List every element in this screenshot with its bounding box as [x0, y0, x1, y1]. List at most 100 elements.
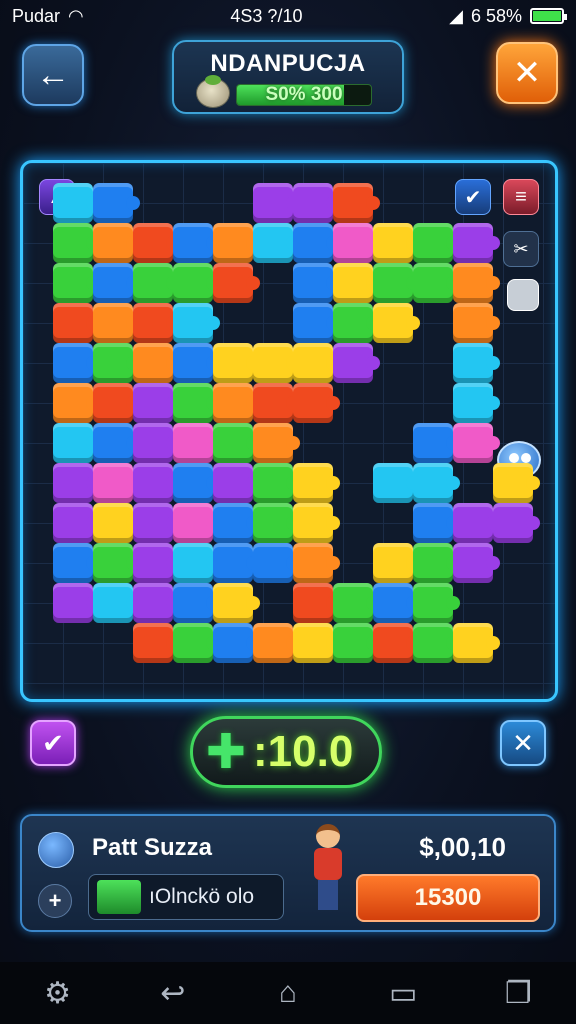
puzzle-piece[interactable] — [213, 583, 260, 623]
puzzle-piece[interactable] — [53, 343, 100, 383]
puzzle-piece[interactable] — [53, 383, 100, 423]
puzzle-piece[interactable] — [253, 183, 300, 223]
puzzle-piece[interactable] — [453, 543, 500, 583]
puzzle-piece[interactable] — [253, 383, 300, 423]
puzzle-piece[interactable] — [93, 543, 140, 583]
puzzle-piece[interactable] — [93, 583, 140, 623]
puzzle-piece[interactable] — [53, 583, 100, 623]
back-button[interactable]: ← — [22, 44, 84, 106]
puzzle-piece[interactable] — [213, 383, 260, 423]
puzzle-piece[interactable] — [333, 223, 380, 263]
close-button[interactable]: ✕ — [496, 42, 558, 104]
stop-button[interactable] — [507, 279, 539, 311]
puzzle-piece[interactable] — [133, 383, 180, 423]
puzzle-piece[interactable] — [173, 223, 220, 263]
add-button[interactable]: + — [38, 884, 72, 918]
puzzle-piece[interactable] — [373, 623, 420, 663]
puzzle-piece[interactable] — [413, 623, 460, 663]
puzzle-piece[interactable] — [53, 303, 100, 343]
puzzle-piece[interactable] — [53, 423, 100, 463]
puzzle-piece[interactable] — [453, 343, 500, 383]
puzzle-piece[interactable] — [133, 423, 180, 463]
puzzle-piece[interactable] — [173, 463, 220, 503]
puzzle-piece[interactable] — [453, 383, 500, 423]
puzzle-piece[interactable] — [173, 423, 220, 463]
puzzle-piece[interactable] — [333, 263, 380, 303]
puzzle-piece[interactable] — [173, 583, 220, 623]
puzzle-board[interactable]: ▲ ✔ ≡ ✂ — [20, 160, 558, 702]
puzzle-piece[interactable] — [413, 503, 460, 543]
reject-button[interactable]: ✕ — [500, 720, 546, 766]
puzzle-piece[interactable] — [93, 383, 140, 423]
puzzle-piece[interactable] — [413, 263, 460, 303]
puzzle-piece[interactable] — [93, 183, 140, 223]
puzzle-piece[interactable] — [333, 623, 380, 663]
puzzle-piece[interactable] — [453, 223, 500, 263]
puzzle-piece[interactable] — [453, 303, 500, 343]
back-nav-icon[interactable]: ↩ — [148, 976, 198, 1011]
puzzle-piece[interactable] — [173, 503, 220, 543]
puzzle-piece[interactable] — [293, 183, 340, 223]
puzzle-piece[interactable] — [293, 303, 340, 343]
puzzle-piece[interactable] — [293, 383, 340, 423]
puzzle-piece[interactable] — [453, 623, 500, 663]
puzzle-piece[interactable] — [333, 303, 380, 343]
puzzle-piece[interactable] — [293, 583, 340, 623]
puzzle-piece[interactable] — [413, 223, 460, 263]
puzzle-piece[interactable] — [253, 503, 300, 543]
puzzle-piece[interactable] — [253, 543, 300, 583]
puzzle-piece[interactable] — [173, 303, 220, 343]
puzzle-piece[interactable] — [93, 223, 140, 263]
puzzle-piece[interactable] — [253, 223, 300, 263]
puzzle-piece[interactable] — [213, 423, 260, 463]
puzzle-piece[interactable] — [53, 543, 100, 583]
puzzle-piece[interactable] — [133, 463, 180, 503]
puzzle-piece[interactable] — [453, 423, 500, 463]
puzzle-piece[interactable] — [133, 303, 180, 343]
puzzle-piece[interactable] — [373, 463, 420, 503]
puzzle-piece[interactable] — [173, 343, 220, 383]
puzzle-piece[interactable] — [293, 543, 340, 583]
tools-button[interactable]: ✂ — [503, 231, 539, 267]
puzzle-piece[interactable] — [93, 343, 140, 383]
puzzle-piece[interactable] — [453, 263, 500, 303]
recents-icon[interactable]: ▭ — [378, 976, 428, 1011]
puzzle-piece[interactable] — [133, 543, 180, 583]
puzzle-piece[interactable] — [253, 623, 300, 663]
buy-button[interactable]: 15300 — [356, 874, 540, 922]
puzzle-piece[interactable] — [213, 343, 260, 383]
puzzle-piece[interactable] — [373, 543, 420, 583]
window-icon[interactable]: ❐ — [493, 976, 543, 1011]
puzzle-piece[interactable] — [133, 583, 180, 623]
puzzle-piece[interactable] — [413, 463, 460, 503]
puzzle-piece[interactable] — [453, 503, 500, 543]
puzzle-piece[interactable] — [133, 343, 180, 383]
puzzle-piece[interactable] — [413, 423, 460, 463]
puzzle-piece[interactable] — [53, 463, 100, 503]
puzzle-piece[interactable] — [373, 263, 420, 303]
puzzle-piece[interactable] — [333, 183, 380, 223]
puzzle-piece[interactable] — [293, 343, 340, 383]
puzzle-piece[interactable] — [333, 583, 380, 623]
puzzle-piece[interactable] — [213, 543, 260, 583]
puzzle-piece[interactable] — [173, 263, 220, 303]
puzzle-piece[interactable] — [93, 263, 140, 303]
puzzle-piece[interactable] — [493, 463, 540, 503]
puzzle-piece[interactable] — [173, 543, 220, 583]
accept-button[interactable]: ✔ — [30, 720, 76, 766]
puzzle-piece[interactable] — [53, 183, 100, 223]
puzzle-piece[interactable] — [213, 463, 260, 503]
puzzle-piece[interactable] — [293, 263, 340, 303]
puzzle-piece[interactable] — [413, 543, 460, 583]
puzzle-piece[interactable] — [373, 583, 420, 623]
puzzle-piece[interactable] — [213, 263, 260, 303]
puzzle-piece[interactable] — [133, 223, 180, 263]
puzzle-piece[interactable] — [293, 223, 340, 263]
settings-gear-icon[interactable]: ⚙ — [33, 976, 83, 1011]
puzzle-piece[interactable] — [373, 303, 420, 343]
puzzle-piece[interactable] — [293, 623, 340, 663]
puzzle-piece[interactable] — [253, 463, 300, 503]
puzzle-piece[interactable] — [373, 223, 420, 263]
puzzle-piece[interactable] — [173, 383, 220, 423]
puzzle-piece[interactable] — [53, 503, 100, 543]
